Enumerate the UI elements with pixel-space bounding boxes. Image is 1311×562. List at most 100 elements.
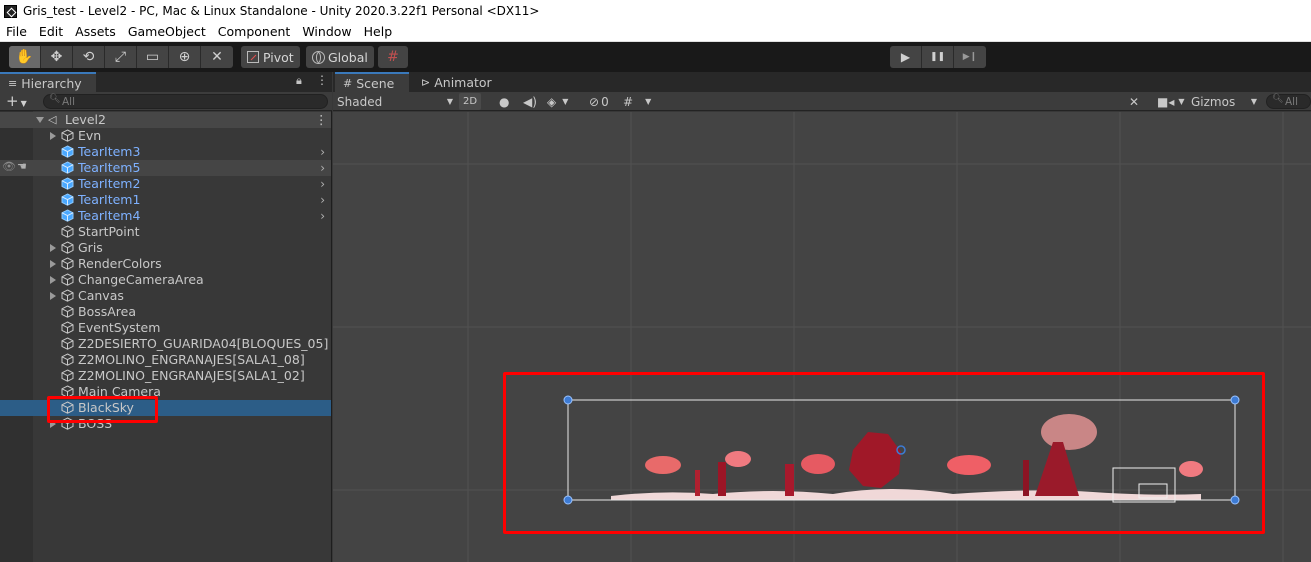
camera-dropdown[interactable]: ■◂ ▼: [1157, 93, 1185, 110]
step-button[interactable]: ▶❙: [954, 46, 986, 68]
scene-search-input[interactable]: 🔍︎ All: [1266, 94, 1311, 109]
effects-dropdown[interactable]: ◈ ▼: [547, 93, 568, 110]
foldout-arrow-icon[interactable]: [50, 276, 56, 284]
grid-icon: #: [623, 94, 634, 109]
hierarchy-item[interactable]: Gris: [0, 240, 331, 256]
tab-hierarchy[interactable]: ≡ Hierarchy: [0, 72, 96, 92]
hierarchy-item[interactable]: Z2DESIERTO_GUARIDA04[BLOQUES_05]: [0, 336, 331, 352]
chevron-right-icon[interactable]: ›: [320, 161, 325, 175]
lighting-toggle-button[interactable]: ●: [499, 93, 509, 110]
hierarchy-item[interactable]: TearItem3 ›: [0, 144, 331, 160]
hierarchy-item[interactable]: TearItem2 ›: [0, 176, 331, 192]
window-title: Gris_test - Level2 - PC, Mac & Linux Sta…: [23, 4, 540, 18]
chevron-right-icon[interactable]: ›: [320, 193, 325, 207]
pause-button[interactable]: ❚❚: [922, 46, 954, 68]
gameobject-icon: [61, 321, 74, 334]
hierarchy-item[interactable]: BossArea: [0, 304, 331, 320]
hierarchy-item-label: TearItem2: [78, 176, 141, 191]
search-icon: 🔍︎: [1272, 94, 1284, 104]
menu-help[interactable]: Help: [358, 22, 399, 42]
unity-logo-icon: [4, 4, 17, 18]
prefab-icon: [61, 161, 74, 174]
hierarchy-item[interactable]: TearItem5 ›: [0, 160, 331, 176]
hand-tool-button[interactable]: ✋: [9, 46, 41, 68]
dropdown-arrow-icon: ▼: [645, 97, 652, 106]
tab-animator[interactable]: ⊳ Animator: [413, 72, 499, 92]
add-button[interactable]: + ▼: [6, 92, 27, 113]
prefab-icon: [61, 193, 74, 206]
menu-component[interactable]: Component: [212, 22, 297, 42]
hierarchy-item[interactable]: TearItem1 ›: [0, 192, 331, 208]
hierarchy-item[interactable]: ChangeCameraArea: [0, 272, 331, 288]
eye-icon[interactable]: 👁︎: [2, 160, 16, 173]
gameobject-icon: [61, 289, 74, 302]
plus-icon: +: [6, 92, 19, 110]
hierarchy-item[interactable]: TearItem4 ›: [0, 208, 331, 224]
global-button[interactable]: Global: [306, 46, 374, 68]
foldout-arrow-icon[interactable]: [50, 132, 56, 140]
grid-snap-button[interactable]: #: [378, 46, 408, 68]
play-button[interactable]: ▶: [890, 46, 922, 68]
menu-window[interactable]: Window: [296, 22, 357, 42]
hierarchy-item[interactable]: StartPoint: [0, 224, 331, 240]
chevron-right-icon[interactable]: ›: [320, 209, 325, 223]
menu-edit[interactable]: Edit: [33, 22, 69, 42]
foldout-arrow-icon[interactable]: [50, 244, 56, 252]
foldout-arrow-icon[interactable]: [36, 117, 44, 123]
dropdown-arrow-icon: ▼: [446, 97, 453, 106]
hand-tool-icon: ✋: [15, 49, 34, 65]
lock-icon[interactable]: 🔒︎: [296, 74, 302, 88]
shading-mode-dropdown[interactable]: Shaded ▼: [337, 93, 453, 110]
grid-icon: #: [343, 76, 353, 90]
move-tool-button[interactable]: ✥: [41, 46, 73, 68]
pivot-button[interactable]: Pivot: [241, 46, 300, 68]
tools-button[interactable]: ✕: [1129, 93, 1139, 110]
custom-tool-button[interactable]: ✕: [201, 46, 233, 68]
transform-tool-button[interactable]: ⊕: [169, 46, 201, 68]
grid-toggle-dropdown[interactable]: # ▼: [623, 93, 651, 110]
gameobject-icon: [61, 369, 74, 382]
rotate-tool-icon: ⟲: [82, 49, 95, 65]
foldout-arrow-icon[interactable]: [50, 260, 56, 268]
menu-gameobject[interactable]: GameObject: [122, 22, 212, 42]
scene-menu-icon[interactable]: ⋮: [315, 112, 328, 127]
unity-scene-icon: ◁: [48, 113, 57, 126]
kebab-menu-icon[interactable]: ⋮: [316, 73, 328, 87]
scene-row[interactable]: ◁ Level2 ⋮: [0, 112, 331, 128]
hierarchy-item[interactable]: EventSystem: [0, 320, 331, 336]
transform-tools: ✋ ✥ ⟲ ⤢ ▭ ⊕ ✕: [9, 46, 233, 68]
play-icon: ▶: [900, 50, 911, 64]
2d-toggle-button[interactable]: 2D: [459, 93, 482, 110]
hierarchy-item[interactable]: Z2MOLINO_ENGRANAJES[SALA1_08]: [0, 352, 331, 368]
light-bulb-icon: ●: [499, 94, 510, 109]
pick-hand-icon[interactable]: ☚: [17, 160, 27, 173]
menu-assets[interactable]: Assets: [69, 22, 122, 42]
2d-label: 2D: [463, 96, 478, 107]
tab-scene[interactable]: # Scene: [335, 72, 409, 92]
hierarchy-search-input[interactable]: 🔍︎ All: [43, 94, 328, 109]
dropdown-arrow-icon: ▼: [1178, 97, 1185, 106]
foldout-arrow-icon[interactable]: [50, 292, 56, 300]
rect-tool-button[interactable]: ▭: [137, 46, 169, 68]
hierarchy-item[interactable]: Canvas: [0, 288, 331, 304]
speaker-icon: ◀): [523, 94, 537, 109]
hierarchy-item[interactable]: Evn: [0, 128, 331, 144]
chevron-right-icon[interactable]: ›: [320, 145, 325, 159]
audio-toggle-button[interactable]: ◀): [523, 93, 537, 110]
hidden-objects-toggle[interactable]: ⊘ 0: [589, 93, 609, 110]
rotate-tool-button[interactable]: ⟲: [73, 46, 105, 68]
prefab-icon: [61, 177, 74, 190]
global-label: Global: [328, 49, 368, 65]
pause-icon: ❚❚: [929, 52, 946, 62]
hierarchy-item[interactable]: Z2MOLINO_ENGRANAJES[SALA1_02]: [0, 368, 331, 384]
scene-name: Level2: [65, 112, 106, 127]
gizmos-dropdown[interactable]: Gizmos ▼: [1191, 93, 1257, 110]
menu-file[interactable]: File: [0, 22, 33, 42]
hierarchy-item[interactable]: RenderColors: [0, 256, 331, 272]
gameobject-icon: [61, 273, 74, 286]
search-icon: 🔍︎: [49, 94, 61, 104]
animator-tab-label: Animator: [434, 74, 492, 90]
chevron-right-icon[interactable]: ›: [320, 177, 325, 191]
title-bar: Gris_test - Level2 - PC, Mac & Linux Sta…: [0, 0, 1311, 22]
scale-tool-button[interactable]: ⤢: [105, 46, 137, 68]
